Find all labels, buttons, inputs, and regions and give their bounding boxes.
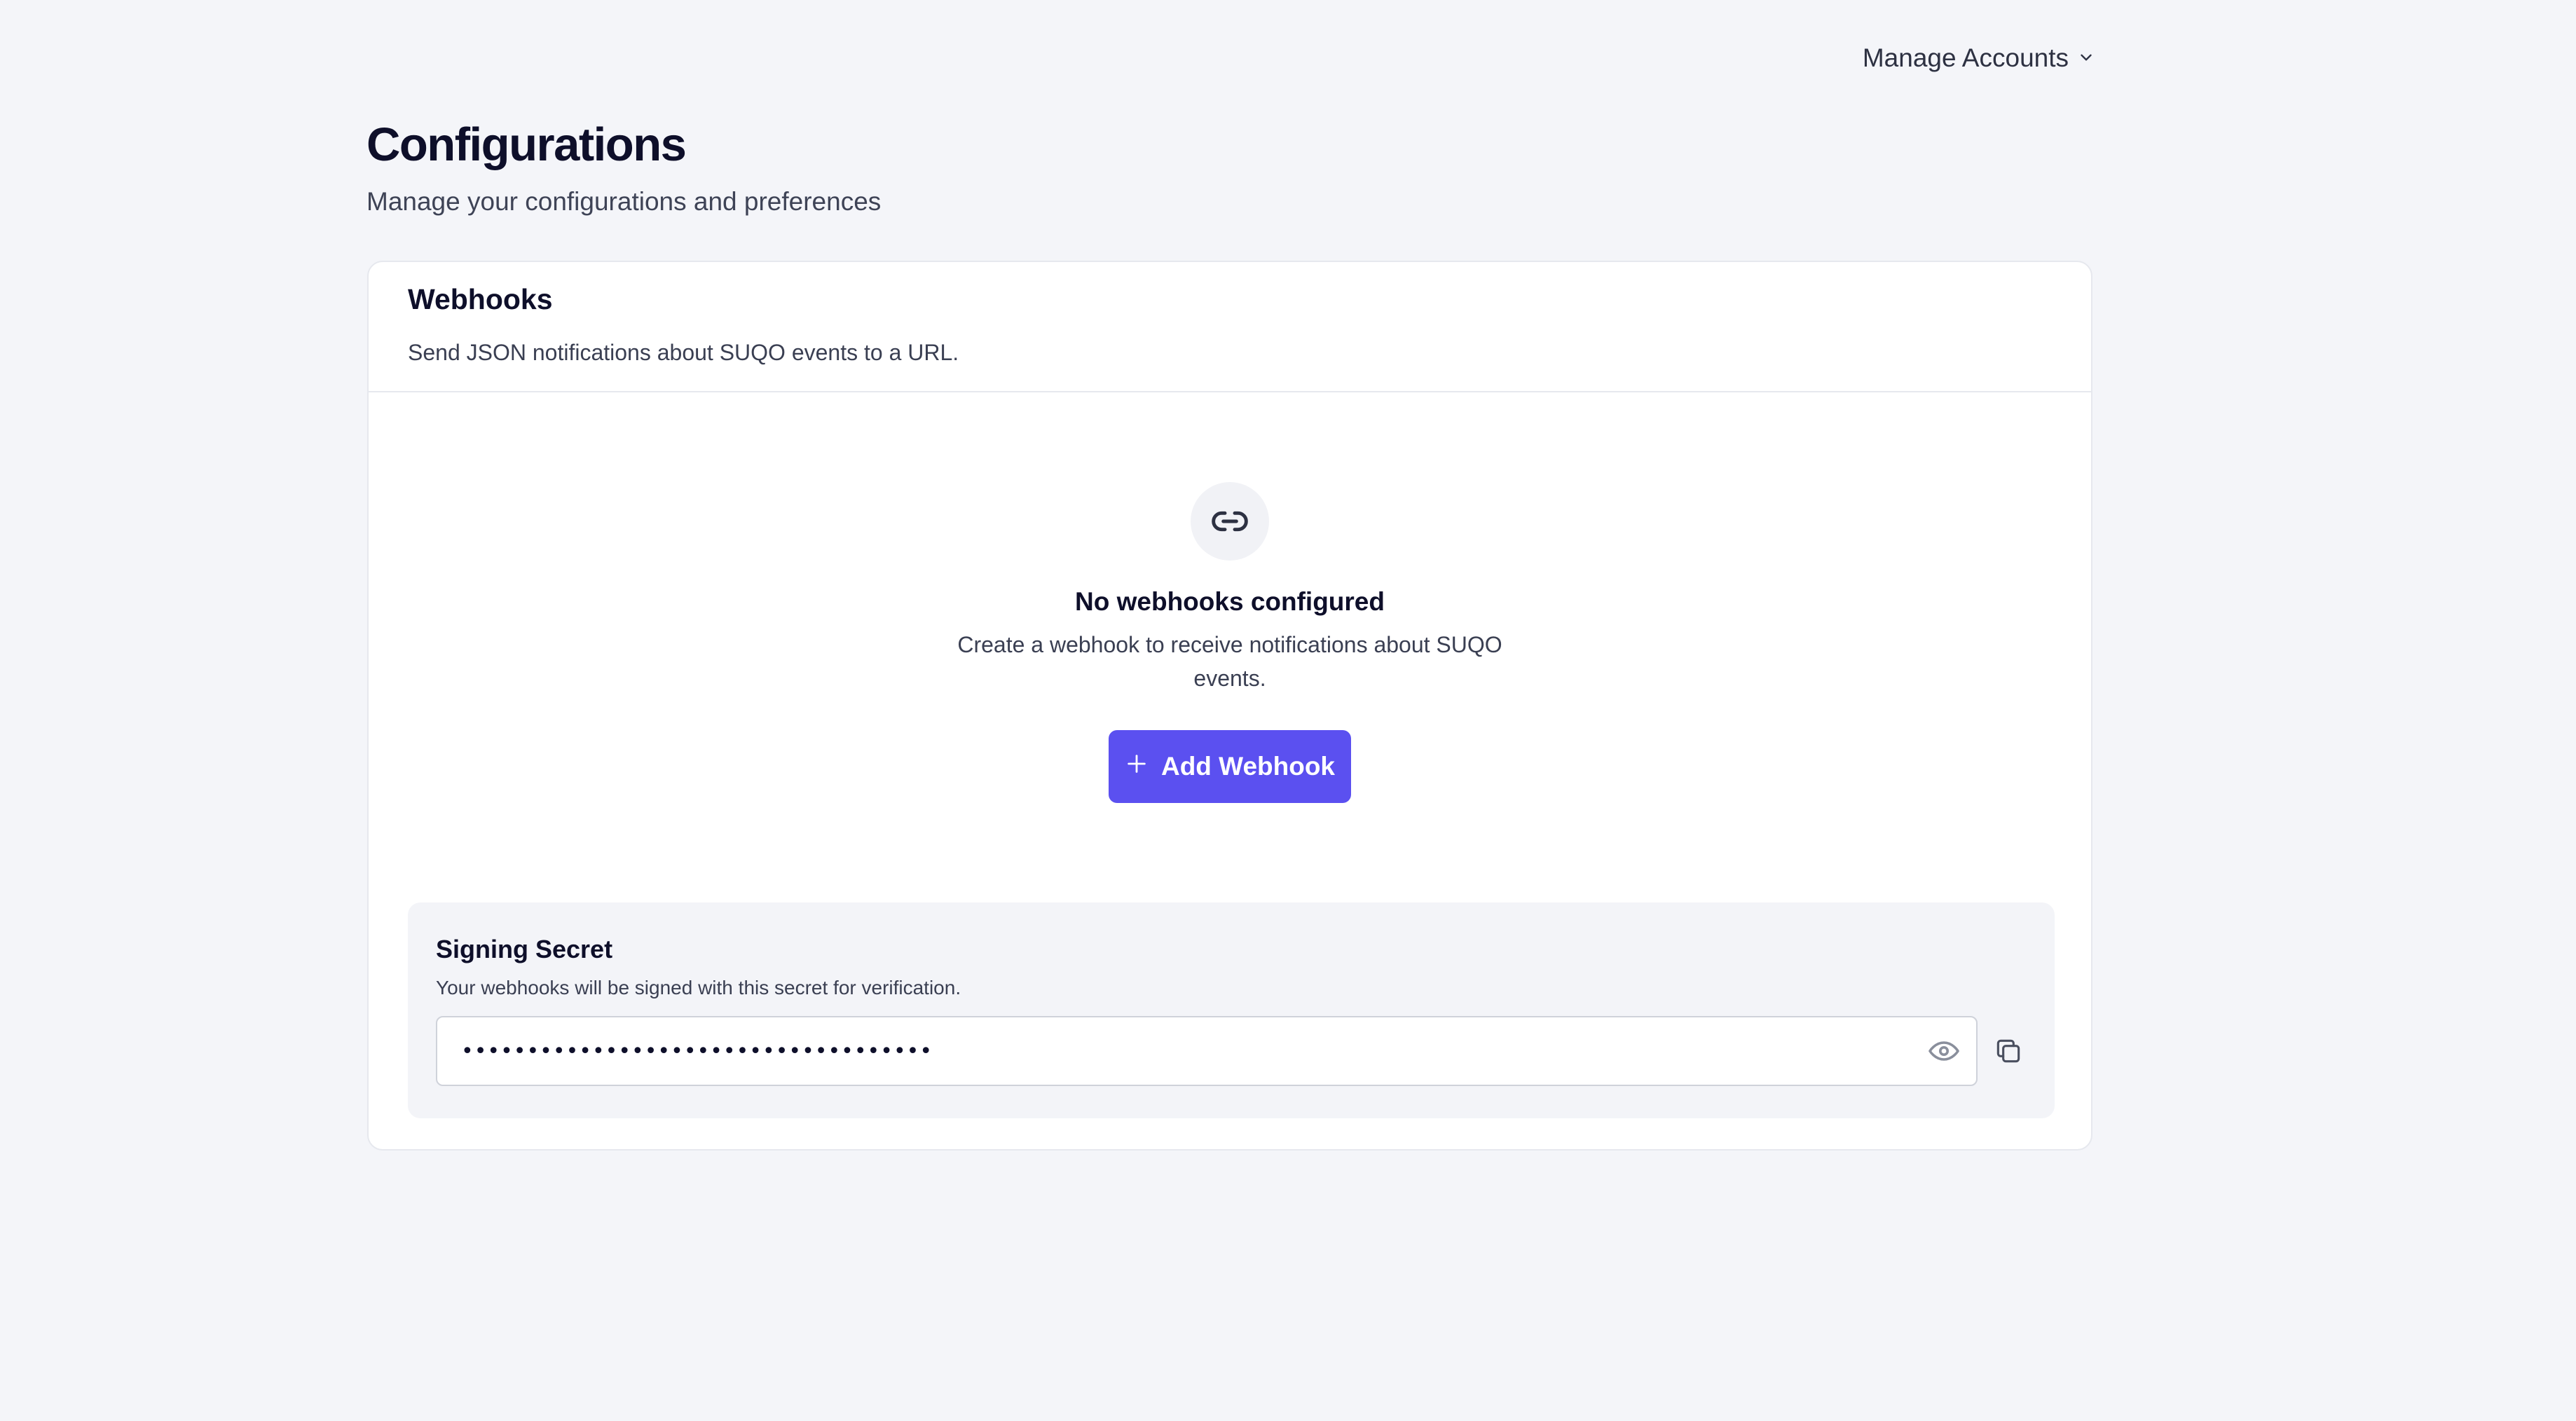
webhooks-title: Webhooks bbox=[408, 283, 553, 315]
signing-secret-description: Your webhooks will be signed with this s… bbox=[436, 977, 961, 998]
signing-secret-panel: Signing Secret Your webhooks will be sig… bbox=[408, 902, 2055, 1118]
empty-state-title: No webhooks configured bbox=[1075, 587, 1385, 616]
signing-secret-field bbox=[436, 1016, 1978, 1086]
signing-secret-row bbox=[436, 1016, 2027, 1086]
webhooks-card-header: Webhooks Send JSON notifications about S… bbox=[369, 262, 2091, 392]
eye-icon[interactable] bbox=[1926, 1033, 1962, 1069]
link-icon bbox=[1191, 482, 1269, 561]
manage-accounts-dropdown[interactable]: Manage Accounts bbox=[1863, 43, 2095, 73]
add-webhook-button[interactable]: Add Webhook bbox=[1109, 730, 1351, 803]
page-header: Configurations Manage your configuration… bbox=[366, 118, 881, 217]
page-title: Configurations bbox=[366, 118, 687, 171]
copy-icon[interactable] bbox=[1990, 1033, 2027, 1069]
chevron-down-icon bbox=[2077, 43, 2095, 73]
webhooks-description: Send JSON notifications about SUQO event… bbox=[408, 340, 959, 365]
signing-secret-input[interactable] bbox=[437, 1017, 1977, 1085]
signing-secret-title: Signing Secret bbox=[436, 935, 613, 963]
add-webhook-label: Add Webhook bbox=[1160, 752, 1335, 781]
manage-accounts-label: Manage Accounts bbox=[1862, 43, 2069, 72]
page-subtitle: Manage your configurations and preferenc… bbox=[366, 187, 882, 216]
webhooks-empty-state: No webhooks configured Create a webhook … bbox=[369, 482, 2091, 803]
webhooks-card: Webhooks Send JSON notifications about S… bbox=[367, 261, 2092, 1151]
plus-icon bbox=[1125, 752, 1149, 782]
empty-state-description: Create a webhook to receive notification… bbox=[957, 632, 1502, 691]
